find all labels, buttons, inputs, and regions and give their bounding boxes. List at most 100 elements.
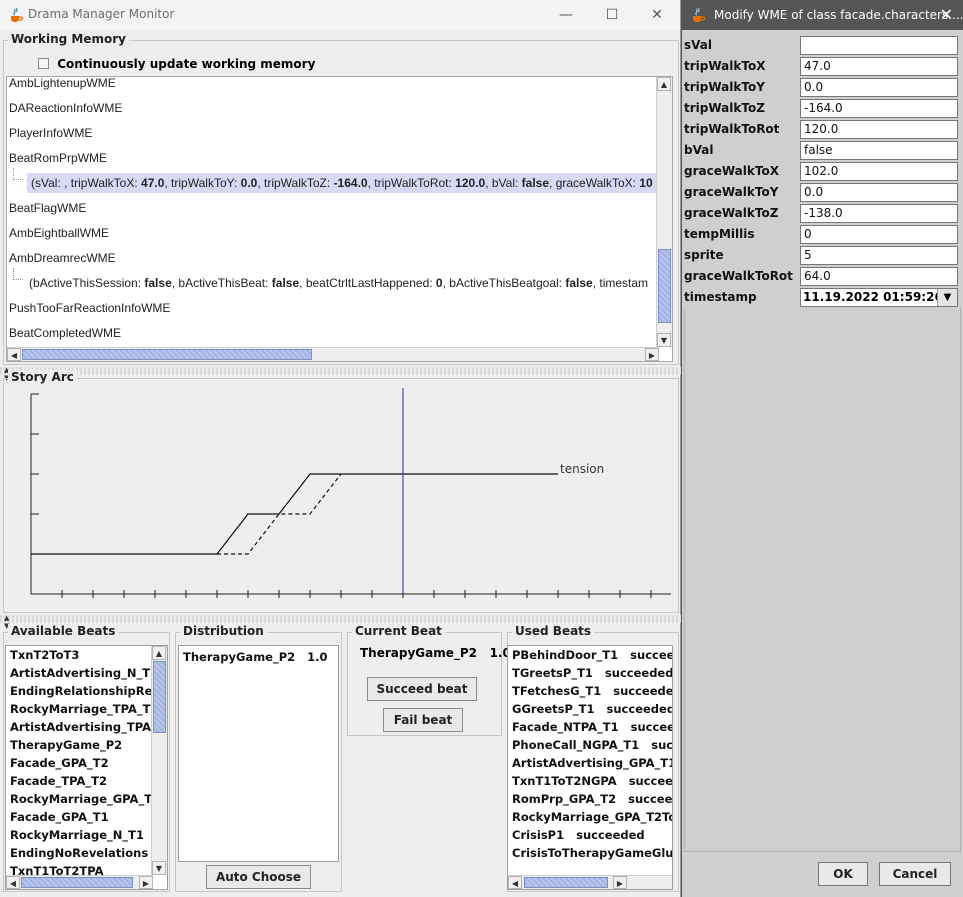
scroll-thumb[interactable] — [22, 349, 312, 360]
series-label-tension: tension — [560, 462, 604, 476]
property-field[interactable]: 0.0 — [800, 78, 958, 97]
fail-beat-button[interactable]: Fail beat — [383, 708, 463, 732]
used-beats-items: PBehindDoor_T1 succeededTGreetsP_T1 succ… — [508, 646, 672, 862]
used-beat-item[interactable]: TGreetsP_T1 succeeded — [508, 664, 672, 682]
timestamp-label: timestamp — [684, 290, 757, 304]
close-button[interactable]: ✕ — [637, 3, 677, 27]
tree-node[interactable]: AmbDreamrecWME — [9, 248, 116, 268]
available-beat-item[interactable]: TxnT2ToT3 — [6, 646, 153, 664]
property-field[interactable]: 5 — [800, 246, 958, 265]
used-beat-item[interactable]: TxnT1ToT2NGPA succeeded — [508, 772, 672, 790]
scroll-thumb[interactable] — [153, 661, 166, 733]
available-beat-item[interactable]: TherapyGame_P2 — [6, 736, 153, 754]
property-field[interactable]: 47.0 — [800, 57, 958, 76]
available-beat-item[interactable]: RockyMarriage_TPA_T2 — [6, 700, 158, 718]
scroll-right-arrow-icon[interactable]: ▶ — [645, 348, 659, 361]
current-beat-title: Current Beat — [352, 624, 445, 638]
available-beats-title: Available Beats — [8, 624, 119, 638]
available-beat-item[interactable]: RockyMarriage_N_T1 — [6, 826, 153, 844]
tree-node-child[interactable]: (bActiveThisSession: false, bActiveThisB… — [29, 273, 648, 293]
window-title: Drama Manager Monitor — [28, 7, 175, 21]
scroll-thumb[interactable] — [524, 877, 608, 888]
available-beat-item[interactable]: ArtistAdvertising_TPA_T1 — [6, 718, 167, 736]
available-beat-item[interactable]: Facade_TPA_T2 — [6, 772, 153, 790]
property-row: tripWalkToRot 120.0 — [684, 120, 960, 141]
splitter-bottom[interactable]: ▲ ▼ — [0, 614, 681, 630]
scroll-up-arrow-icon[interactable]: ▲ — [657, 77, 671, 91]
cancel-button[interactable]: Cancel — [879, 862, 951, 886]
tree-node[interactable]: BeatFlagWME — [9, 198, 86, 218]
splitter-top[interactable]: ▲ ▼ — [0, 366, 681, 382]
tree-node[interactable]: PlayerInfoWME — [9, 123, 92, 143]
available-beat-item[interactable]: Facade_GPA_T1 — [6, 808, 153, 826]
scroll-down-arrow-icon[interactable]: ▼ — [152, 861, 166, 875]
checkbox-box[interactable] — [38, 58, 49, 69]
available-beat-item[interactable]: Facade_GPA_T2 — [6, 754, 153, 772]
used-beat-item[interactable]: RockyMarriage_GPA_T2ToT3 — [508, 808, 672, 826]
dialog-close-button[interactable]: ✕ — [940, 5, 953, 24]
continuous-update-checkbox[interactable]: Continuously update working memory — [38, 57, 315, 71]
used-beat-item[interactable]: ArtistAdvertising_GPA_T1 succeeded — [508, 754, 672, 772]
property-field[interactable]: 102.0 — [800, 162, 958, 181]
used-beat-item[interactable]: Facade_NTPA_T1 succeeded — [508, 718, 672, 736]
used-beats-list[interactable]: PBehindDoor_T1 succeededTGreetsP_T1 succ… — [507, 645, 673, 890]
tree-node[interactable]: AmbLightenupWME — [9, 77, 116, 93]
property-field[interactable]: false — [800, 141, 958, 160]
tree-node[interactable]: PushTooFarReactionInfoWME — [9, 298, 170, 318]
scroll-thumb[interactable] — [21, 877, 133, 888]
property-row: tripWalkToY 0.0 — [684, 78, 960, 99]
wm-horizontal-scrollbar[interactable]: ◀ ▶ — [7, 347, 659, 361]
scroll-thumb[interactable] — [658, 249, 671, 323]
property-field[interactable] — [800, 36, 958, 55]
tree-node[interactable]: DAReactionInfoWME — [9, 98, 122, 118]
used-horizontal-scrollbar[interactable]: ◀ ▶ — [508, 875, 672, 889]
used-beat-item[interactable]: CrisisToTherapyGameGlue_P — [508, 844, 672, 862]
used-beat-item[interactable]: CrisisP1 succeeded — [508, 826, 672, 844]
tree-node[interactable]: AmbEightballWME — [9, 223, 109, 243]
available-beat-item[interactable]: EndingNoRevelations — [6, 844, 153, 862]
maximize-button[interactable]: ☐ — [592, 3, 632, 27]
wm-vertical-scrollbar[interactable]: ▲ ▼ — [656, 77, 672, 347]
available-beat-item[interactable]: EndingRelationshipRevela — [6, 682, 167, 700]
distribution-item[interactable]: TherapyGame_P2 1.0 — [179, 648, 338, 666]
available-vertical-scrollbar[interactable]: ▲ ▼ — [151, 646, 167, 875]
tree-connector — [13, 268, 23, 280]
minimize-button[interactable]: — — [546, 3, 586, 27]
available-beat-item[interactable]: RockyMarriage_GPA_T1 — [6, 790, 160, 808]
property-field[interactable]: 0 — [800, 225, 958, 244]
scroll-up-arrow-icon[interactable]: ▲ — [152, 646, 166, 660]
tree-connector — [13, 168, 23, 180]
used-beat-item[interactable]: PBehindDoor_T1 succeeded — [508, 646, 672, 664]
used-beat-item[interactable]: RomPrp_GPA_T2 succeeded — [508, 790, 672, 808]
dropdown-arrow-icon[interactable]: ▼ — [937, 289, 957, 306]
scroll-left-arrow-icon[interactable]: ◀ — [7, 348, 21, 361]
property-row: tempMillis 0 — [684, 225, 960, 246]
scroll-left-arrow-icon[interactable]: ◀ — [6, 876, 20, 889]
used-beat-item[interactable]: GGreetsP_T1 succeeded — [508, 700, 672, 718]
scroll-left-arrow-icon[interactable]: ◀ — [508, 876, 522, 889]
property-field[interactable]: 0.0 — [800, 183, 958, 202]
available-beats-list[interactable]: TxnT2ToT3 ArtistAdvertising_N_T1 EndingRel… — [5, 645, 168, 890]
available-horizontal-scrollbar[interactable]: ◀ ▶ — [6, 875, 153, 889]
tree-node[interactable]: BeatRomPrpWME — [9, 148, 107, 168]
ok-button[interactable]: OK — [818, 862, 868, 886]
distribution-list[interactable]: TherapyGame_P2 1.0 — [178, 645, 339, 862]
available-beat-item[interactable]: ArtistAdvertising_N_T1 — [6, 664, 158, 682]
auto-choose-button[interactable]: Auto Choose — [206, 865, 311, 889]
scroll-right-arrow-icon[interactable]: ▶ — [139, 876, 153, 889]
property-row: sprite 5 — [684, 246, 960, 267]
property-field[interactable]: 120.0 — [800, 120, 958, 139]
timestamp-combo[interactable]: 11.19.2022 01:59:26:52 D ▼ — [800, 288, 958, 307]
tree-node[interactable]: BeatCompletedWME — [9, 323, 121, 343]
working-memory-tree[interactable]: AmbLightenupWME DAReactionInfoWME Player… — [6, 76, 673, 362]
property-field[interactable]: -164.0 — [800, 99, 958, 118]
tree-node-selected[interactable]: (sVal: , tripWalkToX: 47.0, tripWalkToY:… — [27, 173, 656, 193]
used-beat-item[interactable]: TFetchesG_T1 succeeded — [508, 682, 672, 700]
scroll-right-arrow-icon[interactable]: ▶ — [613, 876, 627, 889]
succeed-beat-button[interactable]: Succeed beat — [367, 677, 477, 701]
property-field[interactable]: -138.0 — [800, 204, 958, 223]
property-field[interactable]: 64.0 — [800, 267, 958, 286]
scroll-down-arrow-icon[interactable]: ▼ — [657, 333, 671, 347]
used-beat-item[interactable]: PhoneCall_NGPA_T1 succeeded — [508, 736, 672, 754]
property-label: tripWalkToY — [684, 80, 765, 94]
